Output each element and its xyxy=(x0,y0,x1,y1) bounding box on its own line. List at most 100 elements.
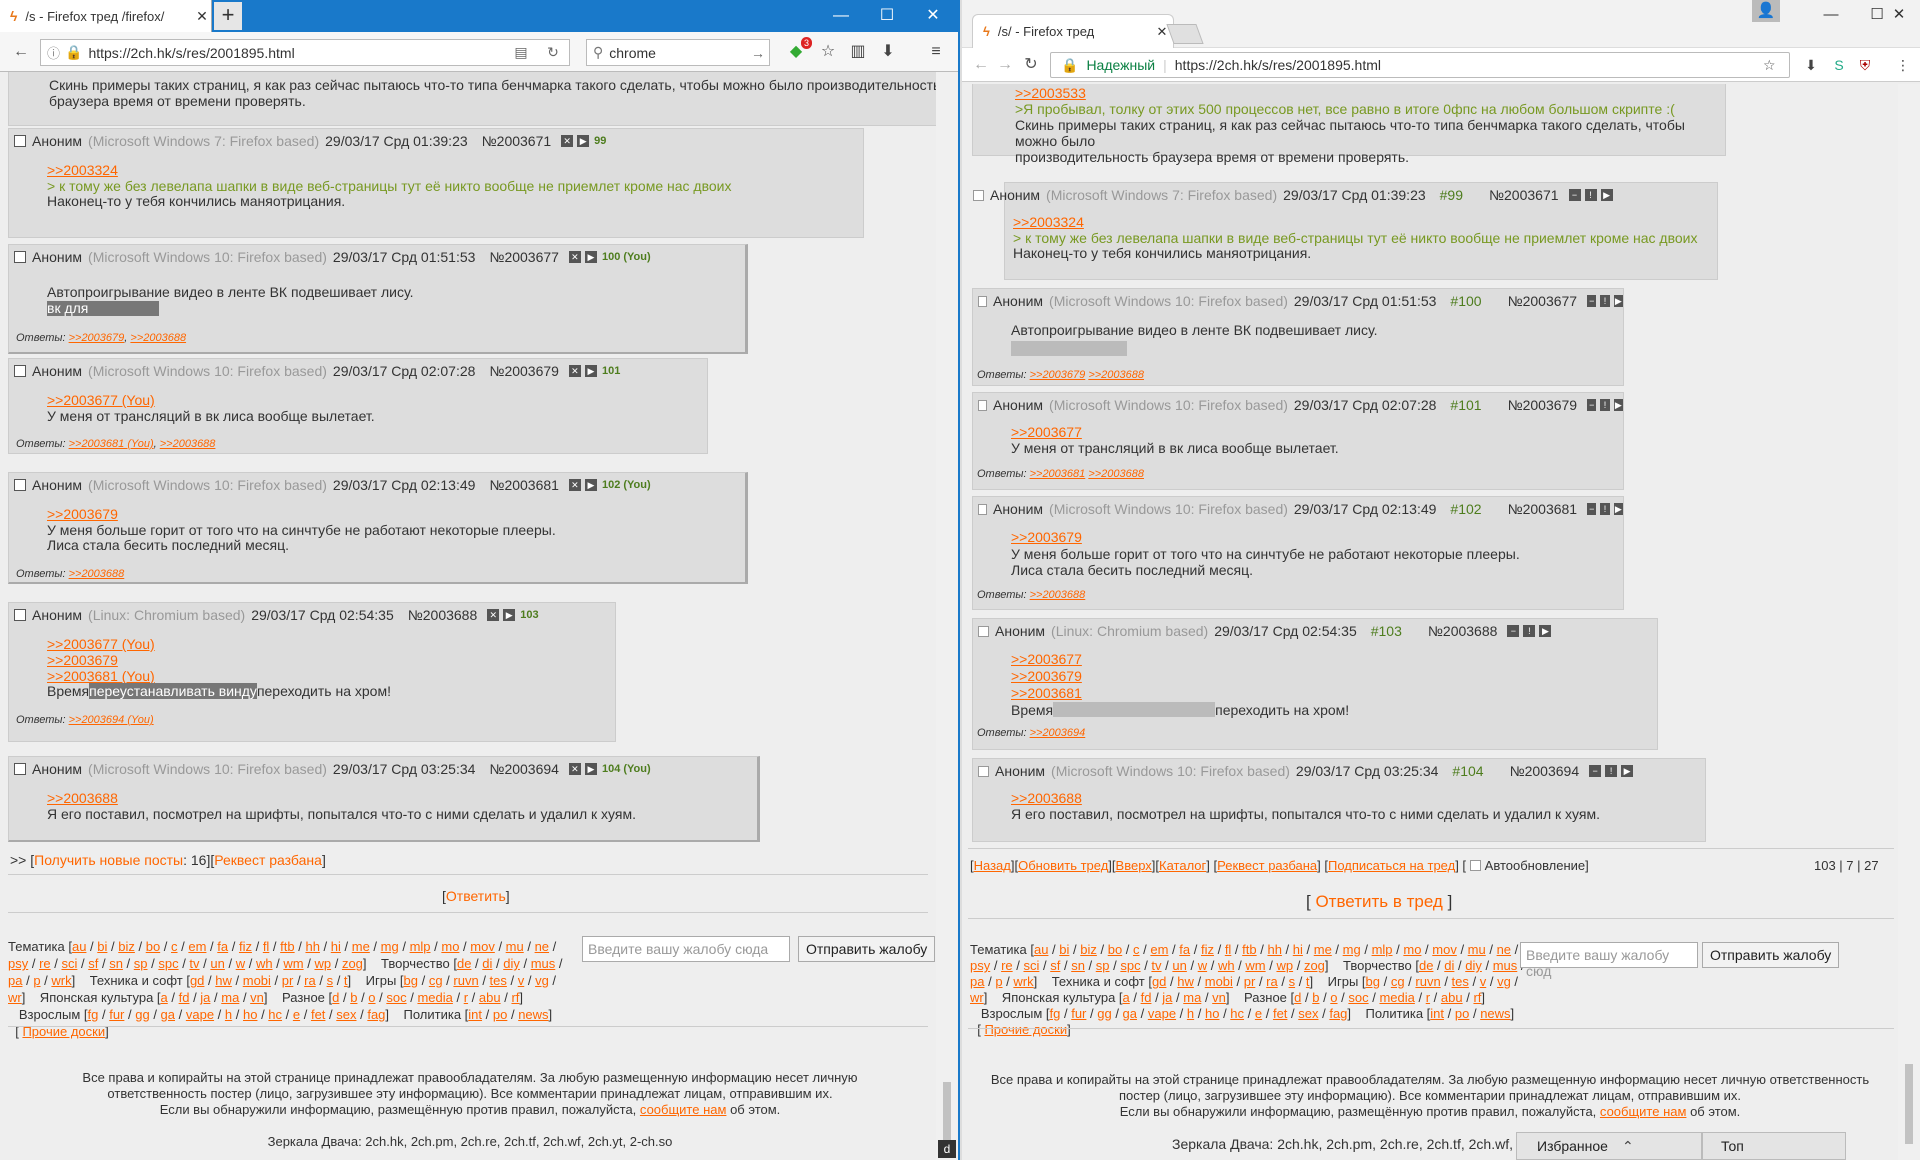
play-icon[interactable]: ▶ xyxy=(1539,625,1552,637)
board-link[interactable]: un xyxy=(1172,958,1186,973)
board-link[interactable]: fiz xyxy=(239,939,252,954)
board-link[interactable]: hw xyxy=(215,973,232,988)
post-number[interactable]: №2003679 xyxy=(489,363,559,379)
board-link[interactable]: wrk xyxy=(51,973,71,988)
board-link[interactable]: ja xyxy=(200,990,210,1005)
post-number[interactable]: №2003681 xyxy=(1508,501,1578,517)
board-link[interactable]: zog xyxy=(342,956,363,971)
complaint-input[interactable]: Введите вашу жалобу сюд xyxy=(1520,942,1698,979)
board-link[interactable]: fg xyxy=(1050,1006,1061,1021)
board-link[interactable]: fur xyxy=(109,1007,124,1022)
board-link[interactable]: biz xyxy=(1080,942,1097,957)
board-link[interactable]: pr xyxy=(1244,974,1256,989)
hide-post-icon[interactable]: ✕ xyxy=(568,763,581,775)
menu-icon[interactable]: ⋮ xyxy=(1892,56,1914,74)
board-link[interactable]: fur xyxy=(1071,1006,1086,1021)
board-link[interactable]: hi xyxy=(1293,942,1303,957)
bookmark-star-icon[interactable]: ☆ xyxy=(1763,57,1789,74)
report-icon[interactable]: ! xyxy=(1600,399,1610,411)
other-boards-link[interactable]: Прочие доски xyxy=(984,1022,1067,1037)
board-link[interactable]: sn xyxy=(109,956,123,971)
post-checkbox[interactable] xyxy=(14,763,26,775)
report-icon[interactable]: ! xyxy=(1600,295,1610,307)
board-link[interactable]: fa xyxy=(217,939,228,954)
hide-post-icon[interactable]: − xyxy=(1587,399,1597,411)
board-link[interactable]: em xyxy=(1150,942,1168,957)
board-link[interactable]: p xyxy=(33,973,40,988)
reply-backlink[interactable]: >>2003681 xyxy=(1030,468,1086,480)
board-link[interactable]: sci xyxy=(1023,958,1039,973)
reload-icon[interactable]: ↻ xyxy=(1020,54,1042,76)
play-icon[interactable]: ▶ xyxy=(1621,765,1634,777)
scrollbar[interactable] xyxy=(1898,84,1920,1160)
post-number[interactable]: №2003694 xyxy=(1510,763,1580,779)
board-link[interactable]: re xyxy=(1001,958,1013,973)
board-link[interactable]: sp xyxy=(134,956,148,971)
play-icon[interactable]: ▶ xyxy=(584,479,597,491)
board-link[interactable]: de xyxy=(457,956,471,971)
board-link[interactable]: au xyxy=(1034,942,1048,957)
autoupdate-checkbox[interactable] xyxy=(1469,860,1481,871)
board-link[interactable]: mu xyxy=(1468,942,1486,957)
reader-view-icon[interactable]: ▤ xyxy=(505,44,537,61)
play-icon[interactable]: ▶ xyxy=(577,135,590,147)
minimize-icon[interactable]: — xyxy=(1808,0,1854,30)
board-link[interactable]: gd xyxy=(1152,974,1166,989)
board-link[interactable]: biz xyxy=(118,939,135,954)
spoiler[interactable] xyxy=(1053,702,1216,717)
new-tab-button[interactable]: + xyxy=(214,2,242,30)
board-link[interactable]: pa xyxy=(970,974,984,989)
board-link[interactable]: gd xyxy=(190,973,204,988)
board-link[interactable]: fa xyxy=(1179,942,1190,957)
hide-post-icon[interactable]: ✕ xyxy=(568,251,581,263)
search-input[interactable]: ⚲ chrome → xyxy=(586,39,770,66)
unban-request-link[interactable]: Реквест разбана xyxy=(1217,858,1317,873)
board-link[interactable]: po xyxy=(1455,1006,1469,1021)
unban-request-link[interactable]: Реквест разбана xyxy=(214,852,322,868)
reply-button[interactable]: Ответить xyxy=(446,888,506,904)
download-icon[interactable]: ⬇ xyxy=(876,41,900,63)
board-link[interactable]: hi xyxy=(331,939,341,954)
report-link[interactable]: сообщите нам xyxy=(640,1102,727,1117)
report-icon[interactable]: ! xyxy=(1523,625,1536,637)
board-link[interactable]: sf xyxy=(88,956,98,971)
firefox-tab[interactable]: ϟ /s - Firefox тред /firefox/ ✕ xyxy=(0,0,212,32)
board-link[interactable]: wh xyxy=(256,956,273,971)
board-link[interactable]: spc xyxy=(1120,958,1140,973)
board-link[interactable]: ma xyxy=(221,990,239,1005)
reply-link[interactable]: >>2003533 xyxy=(1015,85,1086,101)
board-link[interactable]: pa xyxy=(8,973,22,988)
chrome-tab[interactable]: ϟ /s/ - Firefox тред ✕ xyxy=(972,14,1174,48)
board-link[interactable]: di xyxy=(1444,958,1454,973)
board-link[interactable]: bg xyxy=(1366,974,1380,989)
reply-backlink[interactable]: >>2003688 xyxy=(160,438,216,450)
board-link[interactable]: psy xyxy=(970,958,990,973)
board-link[interactable]: mobi xyxy=(243,973,271,988)
reply-link[interactable]: >>2003677 (You) xyxy=(47,636,155,652)
board-link[interactable]: mov xyxy=(470,939,495,954)
board-link[interactable]: sex xyxy=(1298,1006,1318,1021)
board-link[interactable]: ruvn xyxy=(453,973,478,988)
send-complaint-button[interactable]: Отправить жалобу xyxy=(798,936,936,962)
close-tab-icon[interactable]: ✕ xyxy=(193,8,211,25)
info-icon[interactable]: ⓘ xyxy=(47,43,60,62)
minimize-icon[interactable]: — xyxy=(818,0,864,32)
board-link[interactable]: int xyxy=(1430,1006,1444,1021)
post-checkbox[interactable] xyxy=(978,625,989,637)
board-link[interactable]: wp xyxy=(314,956,331,971)
url-bar[interactable]: 🔒 Надежный | https://2ch.hk/s/res/200189… xyxy=(1050,52,1790,78)
reply-backlink[interactable]: >>2003681 (You) xyxy=(69,438,154,450)
scrollbar[interactable] xyxy=(936,72,958,1160)
reply-backlink[interactable]: >>2003688 xyxy=(1088,468,1144,480)
board-link[interactable]: ne xyxy=(1497,942,1511,957)
get-new-posts-link[interactable]: Получить новые посты xyxy=(34,852,183,868)
library-icon[interactable]: ▥ xyxy=(846,41,870,63)
board-link[interactable]: mobi xyxy=(1205,974,1233,989)
reply-backlink[interactable]: >>2003679 xyxy=(69,332,125,344)
board-link[interactable]: ra xyxy=(304,973,316,988)
post-checkbox[interactable] xyxy=(14,479,26,491)
post-number[interactable]: №2003688 xyxy=(408,607,478,623)
board-link[interactable]: fag xyxy=(1329,1006,1347,1021)
board-link[interactable]: sn xyxy=(1071,958,1085,973)
board-link[interactable]: di xyxy=(482,956,492,971)
